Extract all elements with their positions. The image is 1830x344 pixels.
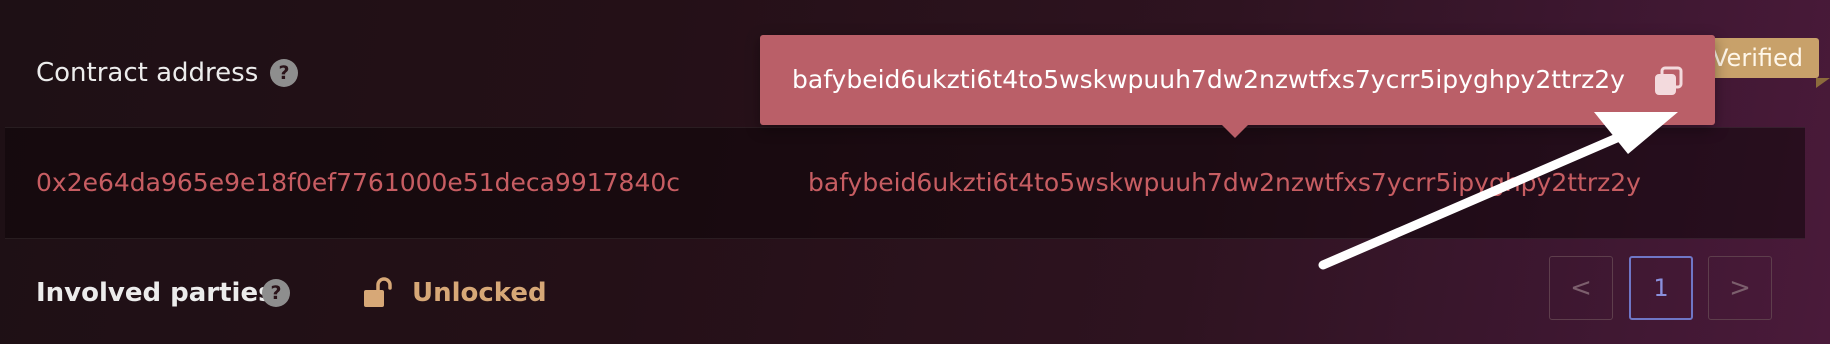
tooltip-caret [1221,124,1249,138]
next-page-button[interactable]: > [1708,256,1772,320]
hash-tooltip: bafybeid6ukzti6t4to5wskwpuuh7dw2nzwtfxs7… [760,35,1715,125]
tooltip-hash-text: bafybeid6ukzti6t4to5wskwpuuh7dw2nzwtfxs7… [792,65,1625,94]
contract-address-link[interactable]: 0x2e64da965e9e18f0ef7761000e51deca991784… [36,168,680,198]
unlocked-status: Unlocked [412,278,547,308]
ipfs-hash-link[interactable]: bafybeid6ukzti6t4to5wskwpuuh7dw2nzwtfxs7… [808,168,1641,198]
contract-address-label: Contract address [36,58,259,88]
prev-page-button[interactable]: < [1549,256,1613,320]
copy-icon[interactable] [1652,65,1686,99]
involved-parties-label: Involved parties [36,278,274,308]
verified-badge-fold [1816,78,1830,88]
contract-address-help-icon[interactable]: ? [270,59,298,87]
unlocked-padlock-icon [362,276,396,310]
page-1-button[interactable]: 1 [1629,256,1693,320]
involved-parties-help-icon[interactable]: ? [262,279,290,307]
